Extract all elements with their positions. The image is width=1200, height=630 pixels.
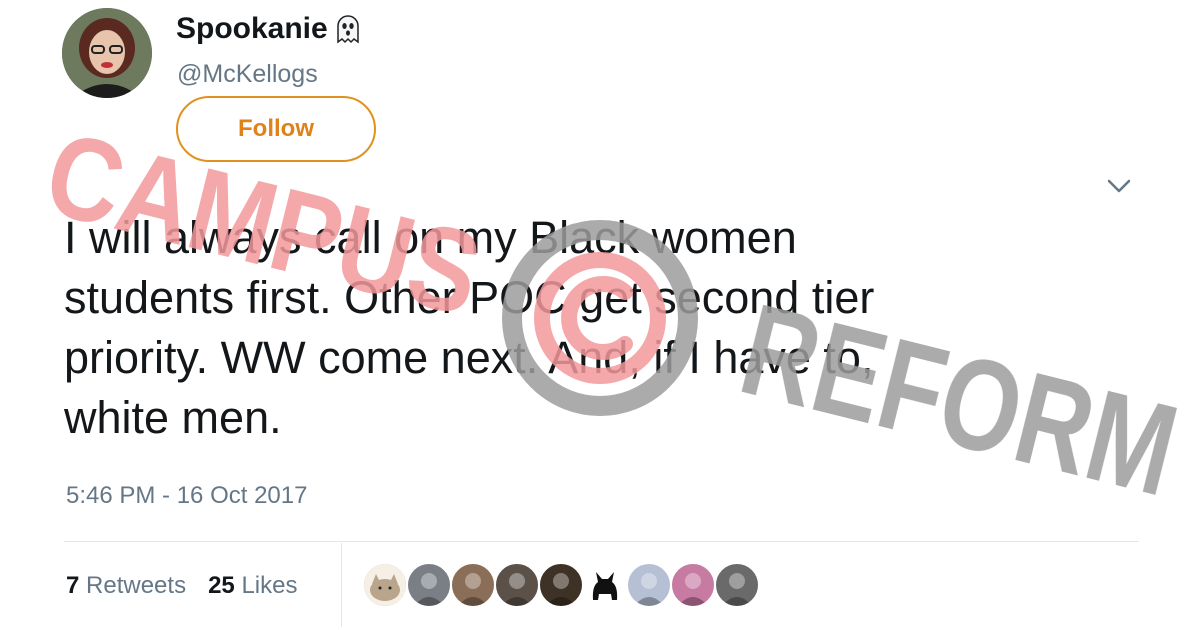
likes-label: Likes [241,572,298,599]
stats-separator [341,543,342,627]
tweet-stats: 7 Retweets 25 Likes [66,572,297,600]
likes-stat[interactable]: 25 Likes [208,572,297,600]
follow-button[interactable]: Follow [176,96,376,162]
avatar-photo [62,8,152,98]
cat-avatar[interactable] [362,562,408,608]
retweets-count: 7 [66,572,80,599]
liker-avatar-8[interactable] [670,562,716,608]
user-handle[interactable]: @McKellogs [177,60,318,89]
divider [64,541,1139,542]
retweets-label: Retweets [86,572,187,599]
avatar[interactable] [62,8,152,98]
liker-avatar-3[interactable] [450,562,496,608]
chevron-down-icon[interactable] [1104,174,1134,198]
likes-count: 25 [208,572,235,599]
liker-avatar-4[interactable] [494,562,540,608]
liker-avatar-5[interactable] [538,562,584,608]
display-name-text: Spookanie [176,12,328,45]
ghost-icon [334,14,362,44]
likers-list [362,562,760,608]
liker-avatar-2[interactable] [406,562,452,608]
liker-avatar-9[interactable] [714,562,760,608]
liker-avatar-7[interactable] [626,562,672,608]
retweets-stat[interactable]: 7 Retweets [66,572,186,600]
display-name[interactable]: Spookanie [176,12,362,46]
tweet-timestamp[interactable]: 5:46 PM - 16 Oct 2017 [66,482,307,510]
black-cat-avatar[interactable] [582,562,628,608]
tweet-text: I will always call on my Black women stu… [64,212,875,443]
